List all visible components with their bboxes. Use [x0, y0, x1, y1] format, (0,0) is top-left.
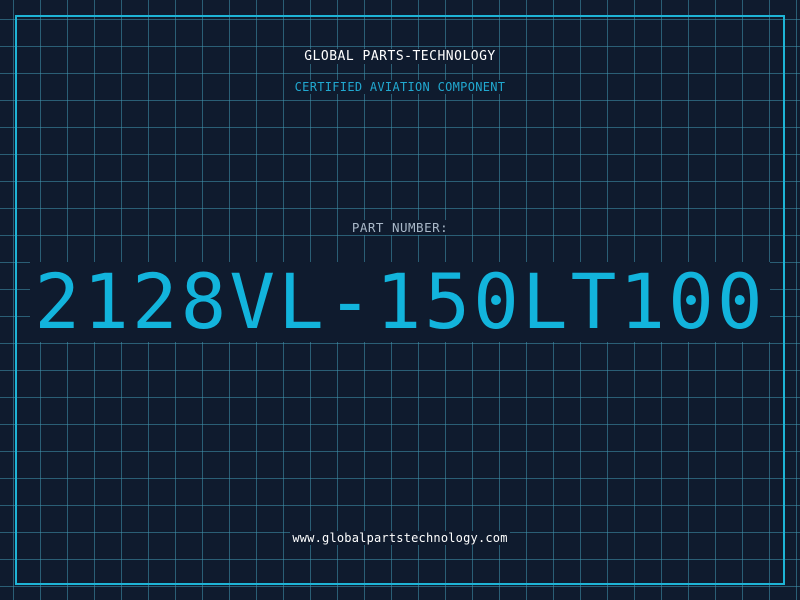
part-number-label-text: PART NUMBER: — [349, 220, 451, 235]
certification-subtitle: CERTIFIED AVIATION COMPONENT — [0, 80, 800, 94]
website-url-text: www.globalpartstechnology.com — [290, 531, 510, 545]
website-url: www.globalpartstechnology.com — [0, 531, 800, 545]
company-name-text: GLOBAL PARTS-TECHNOLOGY — [302, 49, 498, 64]
part-number-container: 2128VL-150LT100 — [0, 262, 800, 342]
company-name: GLOBAL PARTS-TECHNOLOGY — [0, 49, 800, 64]
part-card: GLOBAL PARTS-TECHNOLOGY CERTIFIED AVIATI… — [0, 0, 800, 600]
part-number-value: 2128VL-150LT100 — [30, 262, 770, 342]
certification-subtitle-text: CERTIFIED AVIATION COMPONENT — [292, 80, 508, 94]
part-number-label: PART NUMBER: — [0, 220, 800, 235]
